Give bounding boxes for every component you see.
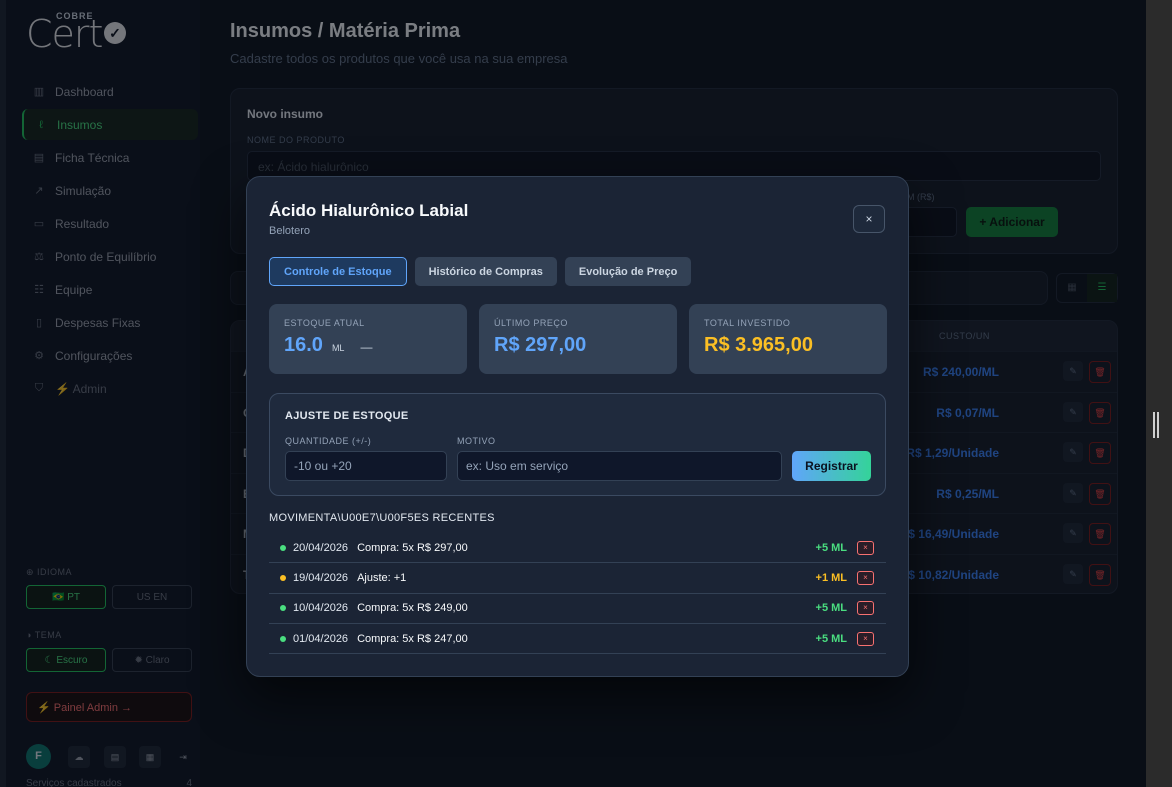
- movement-description: Compra: 5x R$ 247,00: [357, 632, 468, 645]
- movement-date: 20/04/2026: [293, 541, 349, 554]
- status-dot: [280, 574, 286, 581]
- window-edge: [1146, 0, 1172, 787]
- current-stock-value-row: 16.0 ML —: [284, 334, 452, 357]
- reason-label: MOTIVO: [457, 436, 496, 446]
- total-invested-label: TOTAL INVESTIDO: [704, 318, 791, 328]
- close-icon[interactable]: ×: [853, 205, 885, 233]
- list-item: 19/04/2026 Ajuste: +1 +1 ML ×: [269, 563, 886, 594]
- stock-adjust-panel: AJUSTE DE ESTOQUE QUANTIDADE (+/-) MOTIV…: [269, 393, 886, 496]
- movement-quantity: +5 ML: [815, 602, 847, 615]
- current-stock-card: ESTOQUE ATUAL 16.0 ML —: [269, 304, 467, 374]
- reason-input[interactable]: [457, 451, 782, 481]
- modal-subtitle: Belotero: [269, 225, 310, 237]
- current-stock-value: 16.0: [284, 334, 323, 356]
- last-price-label: ÚLTIMO PREÇO: [494, 318, 568, 328]
- delete-icon[interactable]: ×: [857, 540, 874, 555]
- total-invested-card: TOTAL INVESTIDO R$ 3.965,00: [689, 304, 887, 374]
- delete-icon[interactable]: ×: [857, 631, 874, 646]
- stock-adjust-title: AJUSTE DE ESTOQUE: [285, 410, 409, 422]
- movement-date: 19/04/2026: [293, 571, 349, 584]
- status-dot: [280, 605, 286, 612]
- movement-quantity: +5 ML: [815, 541, 847, 554]
- movement-description: Compra: 5x R$ 297,00: [357, 541, 468, 554]
- list-item: 01/04/2026 Compra: 5x R$ 247,00 +5 ML ×: [269, 624, 886, 655]
- movement-date: 01/04/2026: [293, 632, 349, 645]
- list-item: 10/04/2026 Compra: 5x R$ 249,00 +5 ML ×: [269, 594, 886, 624]
- total-invested-value: R$ 3.965,00: [704, 334, 813, 356]
- modal-title: Ácido Hialurônico Labial: [269, 201, 469, 220]
- last-price-value-row: R$ 297,00: [494, 334, 662, 357]
- current-stock-unit: ML: [331, 343, 345, 353]
- list-item: 20/04/2026 Compra: 5x R$ 297,00 +5 ML ×: [269, 533, 886, 564]
- last-price-value: R$ 297,00: [494, 334, 587, 356]
- resize-handle[interactable]: [1153, 412, 1159, 438]
- tab-purchase-history[interactable]: Histórico de Compras: [414, 257, 557, 286]
- delete-icon[interactable]: ×: [857, 570, 874, 585]
- movements-list: 20/04/2026 Compra: 5x R$ 297,00 +5 ML × …: [269, 533, 886, 655]
- last-price-card: ÚLTIMO PREÇO R$ 297,00: [479, 304, 677, 374]
- current-stock-label: ESTOQUE ATUAL: [284, 318, 365, 328]
- status-dot: [280, 635, 286, 642]
- movement-date: 10/04/2026: [293, 602, 349, 615]
- movement-description: Compra: 5x R$ 249,00: [357, 602, 468, 615]
- total-invested-value-row: R$ 3.965,00: [704, 334, 872, 357]
- recent-movements-title: MOVIMENTA\U00E7\U00F5ES RECENTES: [269, 512, 495, 524]
- modal-tabs: Controle de Estoque Histórico de Compras…: [269, 257, 692, 286]
- movement-quantity: +5 ML: [815, 632, 847, 645]
- movement-description: Ajuste: +1: [357, 571, 407, 584]
- delete-icon[interactable]: ×: [857, 601, 874, 616]
- stock-modal: Ácido Hialurônico Labial Belotero × Cont…: [246, 176, 909, 677]
- status-dot: [280, 544, 286, 551]
- current-stock-extra: —: [360, 340, 373, 354]
- tab-price-evolution[interactable]: Evolução de Preço: [564, 257, 692, 286]
- quantity-input[interactable]: [285, 451, 447, 481]
- tab-stock-control[interactable]: Controle de Estoque: [269, 257, 407, 286]
- stock-stats: ESTOQUE ATUAL 16.0 ML — ÚLTIMO PREÇO R$ …: [269, 304, 887, 374]
- register-button[interactable]: Registrar: [792, 451, 871, 481]
- movement-quantity: +1 ML: [815, 571, 847, 584]
- quantity-label: QUANTIDADE (+/-): [285, 436, 372, 446]
